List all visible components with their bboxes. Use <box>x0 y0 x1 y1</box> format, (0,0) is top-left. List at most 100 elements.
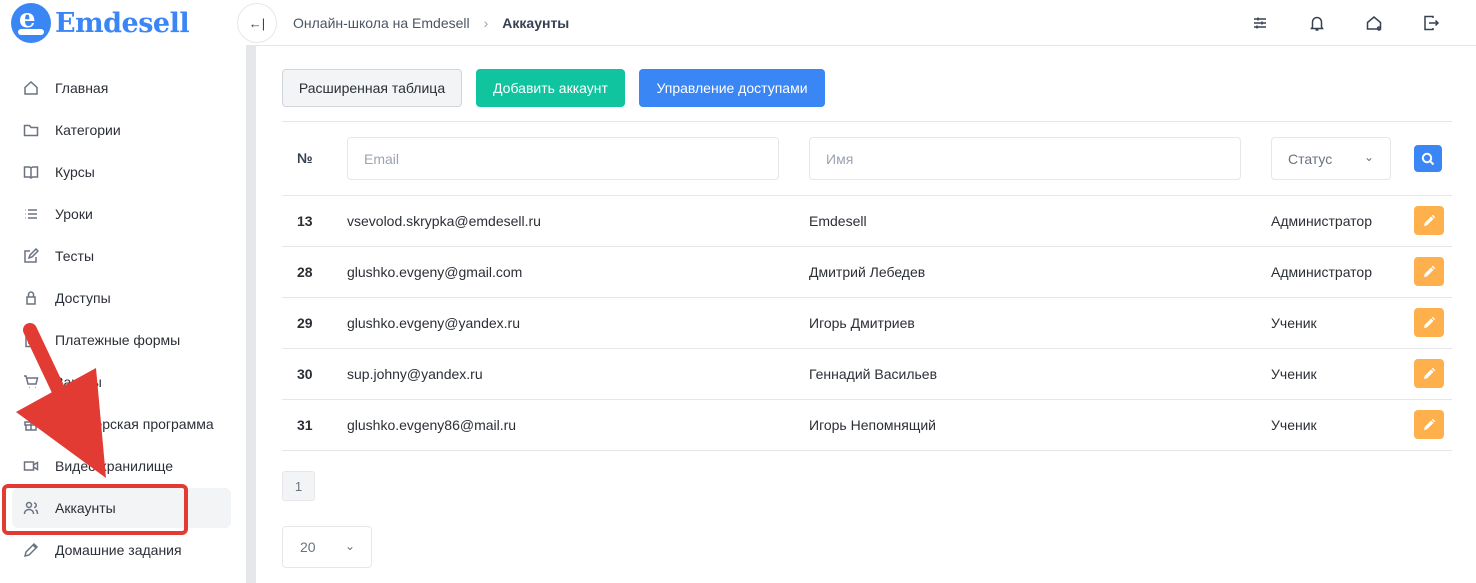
sidebar-item-payment-forms[interactable]: Платежные формы <box>12 320 231 360</box>
edit-button[interactable] <box>1414 257 1444 286</box>
gift-icon <box>22 415 40 433</box>
table-row: 13 vsevolod.skrypka@emdesell.ru Emdesell Ад… <box>282 195 1452 246</box>
manage-access-button[interactable]: Управление доступами <box>639 69 825 107</box>
divider <box>282 121 1452 122</box>
brand-name: Emdesell <box>55 7 190 39</box>
sidebar-item-label: Платежные формы <box>55 332 181 348</box>
pencil-icon <box>1424 367 1436 379</box>
chevron-right-icon: › <box>483 15 489 31</box>
row-name: Emdesell <box>809 213 867 229</box>
row-status: Ученик <box>1271 417 1317 433</box>
sidebar-item-homework[interactable]: Домашние задания <box>12 530 231 570</box>
cart-icon <box>22 373 40 391</box>
logout-button[interactable] <box>1420 12 1442 34</box>
sidebar-item-label: Видео хранилище <box>55 458 174 474</box>
sidebar-item-affiliate[interactable]: Партнерская программа <box>12 404 231 444</box>
extended-table-button[interactable]: Расширенная таблица <box>282 69 462 107</box>
row-id: 31 <box>297 417 313 433</box>
row-name: Геннадий Васильев <box>809 366 938 382</box>
sidebar-item-label: Заказы <box>55 374 102 390</box>
book-icon <box>22 163 40 181</box>
edit-button[interactable] <box>1414 410 1444 439</box>
sidebar-item-label: Партнерская программа <box>55 416 214 432</box>
collapse-sidebar-button[interactable]: ←| <box>237 3 277 43</box>
add-account-button[interactable]: Добавить аккаунт <box>476 69 625 107</box>
sidebar-item-label: Курсы <box>55 164 95 180</box>
row-id: 28 <box>297 264 313 280</box>
row-name: Дмитрий Лебедев <box>809 264 926 280</box>
pencil-icon <box>22 541 40 559</box>
sidebar-item-label: Уроки <box>55 206 93 222</box>
edit-square-icon <box>22 247 40 265</box>
pencil-icon <box>1424 265 1436 277</box>
settings-button[interactable] <box>1249 12 1271 34</box>
collapse-sidebar-icon: ←| <box>248 15 266 31</box>
table-row: 30 sup.johny@yandex.ru Геннадий Васильев Уч… <box>282 348 1452 399</box>
list-icon <box>22 205 40 223</box>
sidebar-item-video-storage[interactable]: Видео хранилище <box>12 446 231 486</box>
logo[interactable]: e Emdesell <box>11 3 190 43</box>
row-status: Администратор <box>1271 213 1373 229</box>
edit-button[interactable] <box>1414 206 1444 235</box>
sidebar-item-access[interactable]: Доступы <box>12 278 231 318</box>
search-button[interactable] <box>1414 145 1442 172</box>
row-name: Игорь Непомнящий <box>809 417 936 433</box>
pagination-page-button[interactable]: 1 <box>282 471 315 501</box>
pencil-icon <box>1424 418 1436 430</box>
row-email: sup.johny@yandex.ru <box>347 366 483 382</box>
row-id: 13 <box>297 213 313 229</box>
sidebar-item-orders[interactable]: Заказы <box>12 362 231 402</box>
row-status: Ученик <box>1271 366 1317 382</box>
logo-icon: e <box>11 3 51 43</box>
table-row: 31 glushko.evgeny86@mail.ru Игорь Непомнящ… <box>282 399 1452 450</box>
sidebar-item-courses[interactable]: Курсы <box>12 152 231 192</box>
pencil-icon <box>1424 214 1436 226</box>
per-page-select[interactable]: 20 ⌄ <box>282 526 372 568</box>
sidebar-scroll-gutter <box>246 46 256 583</box>
edit-button[interactable] <box>1414 308 1444 337</box>
lock-icon <box>22 289 40 307</box>
sidebar-item-categories[interactable]: Категории <box>12 110 231 150</box>
calculator-icon <box>22 331 40 349</box>
status-filter-select[interactable]: Статус ⌄ <box>1271 137 1391 180</box>
breadcrumb-item-current: Аккаунты <box>502 15 570 31</box>
search-icon <box>1421 152 1435 165</box>
video-icon <box>22 457 40 475</box>
table-row: 29 glushko.evgeny@yandex.ru Игорь Дмитриев… <box>282 297 1452 348</box>
sidebar-item-home[interactable]: Главная <box>12 68 231 108</box>
sidebar-item-label: Доступы <box>55 290 111 306</box>
sidebar-item-label: Домашние задания <box>55 542 182 558</box>
main-content: Расширенная таблица Добавить аккаунт Упр… <box>256 46 1476 583</box>
annotation-highlight-box <box>2 484 188 535</box>
home-icon <box>1366 16 1382 31</box>
per-page-value: 20 <box>300 539 316 555</box>
row-id: 30 <box>297 366 313 382</box>
sidebar-item-label: Главная <box>55 80 109 96</box>
breadcrumb-item-school[interactable]: Онлайн-школа на Emdesell <box>293 15 470 31</box>
folder-icon <box>22 121 40 139</box>
logout-icon <box>1424 15 1440 31</box>
notifications-button[interactable] <box>1306 12 1328 34</box>
name-filter-input[interactable]: Имя <box>809 137 1241 180</box>
row-email: vsevolod.skrypka@emdesell.ru <box>347 213 541 229</box>
row-email: glushko.evgeny@yandex.ru <box>347 315 520 331</box>
chevron-down-icon: ⌄ <box>1363 150 1374 164</box>
divider <box>282 450 1452 451</box>
row-email: glushko.evgeny86@mail.ru <box>347 417 517 433</box>
chevron-down-icon: ⌄ <box>344 539 355 553</box>
home-icon <box>22 79 40 97</box>
sidebar-item-label: Категории <box>55 122 121 138</box>
sliders-icon <box>1254 17 1266 29</box>
sidebar-item-tests[interactable]: Тесты <box>12 236 231 276</box>
row-name: Игорь Дмитриев <box>809 315 915 331</box>
sidebar-item-lessons[interactable]: Уроки <box>12 194 231 234</box>
breadcrumb: Онлайн-школа на Emdesell › Аккаунты <box>293 15 569 31</box>
pencil-icon <box>1424 316 1436 328</box>
sidebar-item-label: Тесты <box>55 248 95 264</box>
number-column-header: № <box>297 150 313 166</box>
edit-button[interactable] <box>1414 359 1444 388</box>
status-filter-value: Статус <box>1288 150 1333 167</box>
email-filter-input[interactable]: Email <box>347 137 779 180</box>
home-button[interactable] <box>1363 12 1385 34</box>
row-id: 29 <box>297 315 313 331</box>
